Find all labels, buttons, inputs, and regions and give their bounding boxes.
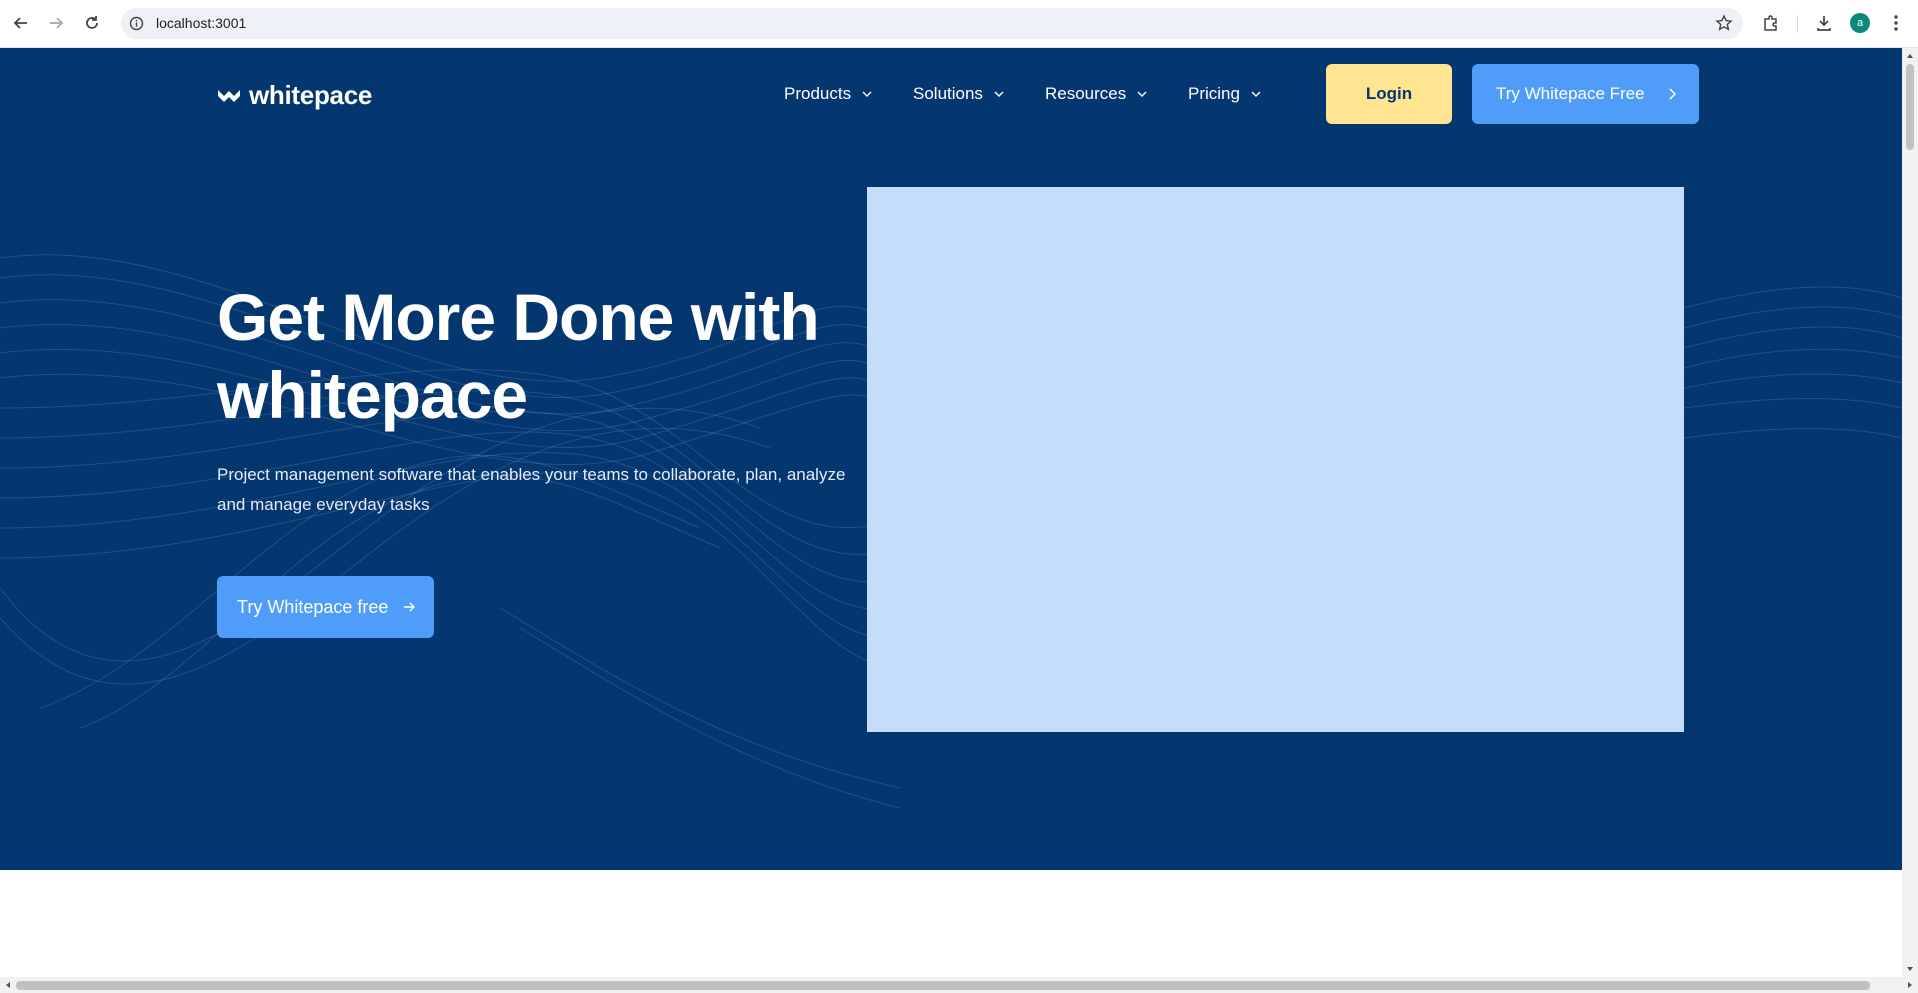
hero-headline-line-2: whitepace <box>217 358 528 432</box>
site-header: whitepace Products Solutions Resources P… <box>0 48 1902 140</box>
scroll-right-icon[interactable] <box>1906 981 1914 989</box>
nav-resources-label: Resources <box>1045 84 1127 103</box>
hero-cta-button[interactable]: Try Whitepace free <box>217 576 434 638</box>
brand-logo[interactable]: whitepace <box>217 80 372 111</box>
nav-pricing[interactable]: Pricing <box>1188 84 1262 104</box>
hero-media-placeholder <box>867 187 1684 732</box>
logo-text: whitepace <box>249 80 373 110</box>
hero-subtext: Project management software that enables… <box>217 465 846 514</box>
vertical-scrollbar[interactable] <box>1902 48 1918 977</box>
profile-avatar[interactable]: a <box>1850 13 1870 33</box>
nav-products[interactable]: Products <box>784 84 873 104</box>
chevron-down-icon <box>862 91 872 97</box>
nav-products-label: Products <box>784 84 852 103</box>
extensions-icon[interactable] <box>1761 13 1781 33</box>
hero-section: whitepace Products Solutions Resources P… <box>0 48 1902 870</box>
arrow-right-icon <box>404 602 415 612</box>
url-text[interactable]: localhost:3001 <box>156 15 246 31</box>
vertical-scroll-thumb[interactable] <box>1906 64 1914 150</box>
reload-icon[interactable] <box>81 12 103 34</box>
nav-pricing-label: Pricing <box>1188 84 1240 103</box>
horizontal-scrollbar[interactable] <box>0 977 1918 993</box>
scroll-down-icon[interactable] <box>1906 965 1914 973</box>
address-bar[interactable]: localhost:3001 <box>121 8 1743 39</box>
chevron-down-icon <box>1137 91 1147 97</box>
chevron-down-icon <box>1251 91 1261 97</box>
whitepace-logo-icon <box>218 89 240 102</box>
horizontal-scroll-thumb[interactable] <box>16 981 1870 990</box>
try-button-label: Try Whitepace Free <box>1496 84 1645 103</box>
chevron-right-icon <box>1669 88 1677 100</box>
bookmark-star-icon[interactable] <box>1715 14 1733 32</box>
chevron-down-icon <box>994 91 1004 97</box>
browser-toolbar: localhost:3001 a <box>0 0 1918 48</box>
toolbar-divider <box>1797 15 1798 33</box>
downloads-icon[interactable] <box>1814 13 1834 33</box>
site-info-icon[interactable] <box>129 16 144 31</box>
hero-headline: Get More Done with whitepace <box>217 278 857 434</box>
scroll-left-icon[interactable] <box>4 981 12 989</box>
more-vert-icon[interactable] <box>1886 13 1906 33</box>
login-button[interactable]: Login <box>1326 64 1452 124</box>
back-icon[interactable] <box>10 12 32 34</box>
nav-solutions[interactable]: Solutions <box>913 84 1005 104</box>
forward-icon[interactable] <box>45 12 67 34</box>
hero-cta-label: Try Whitepace free <box>237 597 389 617</box>
try-whitepace-free-button[interactable]: Try Whitepace Free <box>1472 64 1699 124</box>
hero-headline-line-1: Get More Done with <box>217 280 820 354</box>
nav-solutions-label: Solutions <box>913 84 983 103</box>
nav-resources[interactable]: Resources <box>1045 84 1148 104</box>
scroll-up-icon[interactable] <box>1906 52 1914 60</box>
